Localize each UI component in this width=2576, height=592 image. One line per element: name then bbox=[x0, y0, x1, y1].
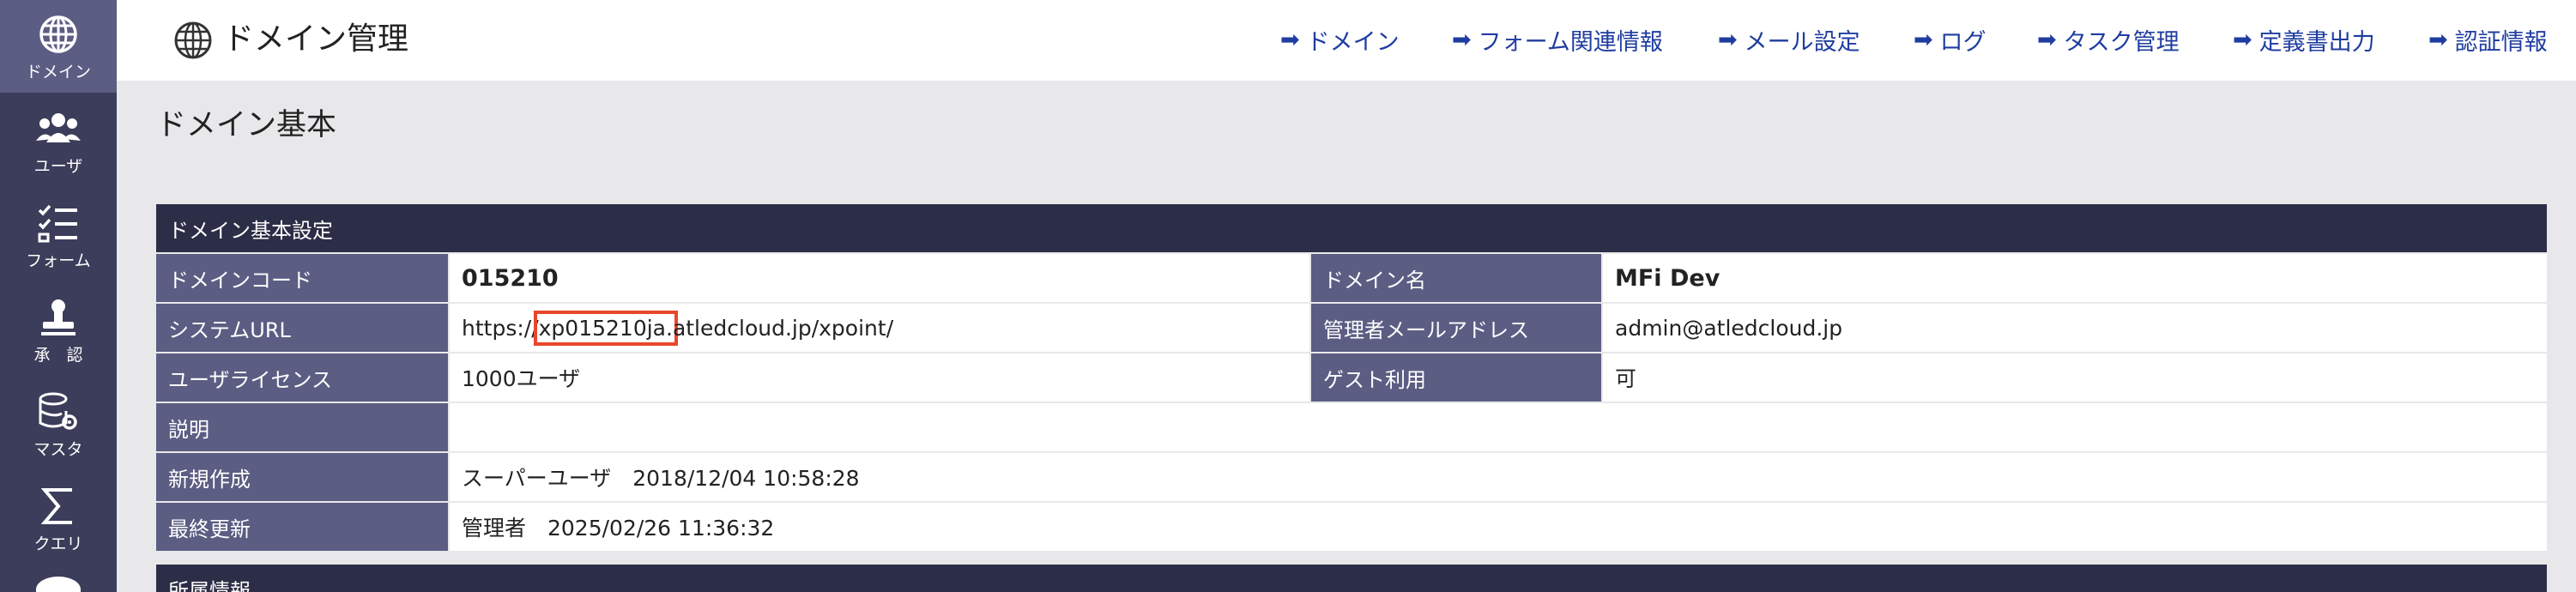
table-row: 新規作成 スーパーユーザ 2018/12/04 10:58:28 bbox=[156, 453, 2547, 501]
sidebar-item-label: ユーザ bbox=[33, 157, 83, 176]
header: ドメイン管理 ➡ ドメイン ➡ フォーム関連情報 ➡ メール設定 ➡ ログ ➡ … bbox=[117, 0, 2576, 81]
nav-link-auth-info[interactable]: ➡ 認証情報 bbox=[2428, 22, 2548, 57]
arrow-right-icon: ➡ bbox=[1914, 26, 1933, 53]
domain-name-value: MFi Dev bbox=[1603, 254, 2547, 302]
table-row: 説明 bbox=[156, 403, 2547, 451]
arrow-right-icon: ➡ bbox=[2233, 26, 2252, 53]
system-url-label: システムURL bbox=[156, 304, 448, 352]
arrow-right-icon: ➡ bbox=[1718, 26, 1738, 53]
stamp-icon bbox=[36, 295, 81, 340]
domain-code-value: 015210 bbox=[450, 254, 1309, 302]
gear-icon[interactable] bbox=[36, 577, 81, 592]
sidebar-item-label: マスタ bbox=[33, 440, 83, 459]
section-header-affiliation: 所属情報 bbox=[156, 565, 2547, 592]
table-row: システムURL https:// xp015210ja. atledcloud.… bbox=[156, 304, 2547, 352]
arrow-right-icon: ➡ bbox=[2037, 26, 2057, 53]
arrow-right-icon: ➡ bbox=[1452, 26, 1472, 53]
nav-link-task-management[interactable]: ➡ タスク管理 bbox=[2037, 22, 2180, 57]
sidebar-item-users[interactable]: ユーザ bbox=[0, 94, 117, 187]
domain-name-label: ドメイン名 bbox=[1311, 254, 1601, 302]
nav-link-label: 認証情報 bbox=[2454, 28, 2548, 56]
nav-link-definition-export[interactable]: ➡ 定義書出力 bbox=[2233, 22, 2375, 57]
nav-link-label: タスク管理 bbox=[2063, 28, 2180, 56]
updated-label: 最終更新 bbox=[156, 503, 448, 551]
table-row: 最終更新 管理者 2025/02/26 11:36:32 bbox=[156, 503, 2547, 551]
sidebar: ドメイン ユーザ フォーム 承 認 マスタ クエリ bbox=[0, 0, 117, 592]
guest-usage-value: 可 bbox=[1603, 353, 2547, 402]
globe-icon bbox=[173, 21, 213, 60]
sidebar-item-form[interactable]: フォーム bbox=[0, 189, 117, 281]
nav-link-form-info[interactable]: ➡ フォーム関連情報 bbox=[1452, 22, 1663, 57]
form-checklist-icon bbox=[36, 201, 81, 245]
nav-link-label: 定義書出力 bbox=[2259, 28, 2375, 56]
description-value bbox=[450, 403, 2547, 451]
sidebar-item-master[interactable]: マスタ bbox=[0, 378, 117, 470]
admin-email-value: admin@atledcloud.jp bbox=[1603, 304, 2547, 352]
guest-usage-label: ゲスト利用 bbox=[1311, 353, 1601, 402]
app: ドメイン ユーザ フォーム 承 認 マスタ クエリ ドメイン管理 ➡ ドメイン … bbox=[0, 0, 2576, 592]
system-url-value: https:// xp015210ja. atledcloud.jp/xpoin… bbox=[450, 304, 1309, 352]
page-title: ドメイン基本 bbox=[156, 108, 337, 142]
system-url-highlight: xp015210ja. bbox=[533, 310, 678, 346]
system-url-prefix: https:// bbox=[462, 315, 539, 341]
created-label: 新規作成 bbox=[156, 453, 448, 501]
sidebar-item-label: 承 認 bbox=[33, 346, 83, 365]
sidebar-item-query[interactable]: クエリ bbox=[0, 472, 117, 565]
section-header-basic: ドメイン基本設定 bbox=[156, 204, 2547, 252]
page-header-title: ドメイン管理 bbox=[223, 21, 409, 57]
description-label: 説明 bbox=[156, 403, 448, 451]
created-value: スーパーユーザ 2018/12/04 10:58:28 bbox=[450, 453, 2547, 501]
sidebar-item-approval[interactable]: 承 認 bbox=[0, 283, 117, 376]
table-row: ユーザライセンス 1000ユーザ ゲスト利用 可 bbox=[156, 353, 2547, 402]
sidebar-item-domain[interactable]: ドメイン bbox=[0, 0, 117, 93]
nav-link-mail-settings[interactable]: ➡ メール設定 bbox=[1718, 22, 1860, 57]
table-row: ドメインコード 015210 ドメイン名 MFi Dev bbox=[156, 254, 2547, 302]
nav-link-label: ログ bbox=[1939, 28, 1986, 56]
sidebar-item-label: ドメイン bbox=[25, 63, 91, 82]
nav-link-label: フォーム関連情報 bbox=[1478, 28, 1663, 56]
updated-value: 管理者 2025/02/26 11:36:32 bbox=[450, 503, 2547, 551]
domain-code-label: ドメインコード bbox=[156, 254, 448, 302]
system-url-suffix: atledcloud.jp/xpoint/ bbox=[672, 315, 894, 341]
globe-icon bbox=[36, 12, 81, 57]
sidebar-item-label: クエリ bbox=[33, 535, 83, 553]
nav-link-label: メール設定 bbox=[1744, 28, 1860, 56]
nav-link-label: ドメイン bbox=[1306, 28, 1400, 56]
database-gear-icon bbox=[36, 390, 81, 434]
nav-link-domain[interactable]: ➡ ドメイン bbox=[1280, 22, 1400, 57]
arrow-right-icon: ➡ bbox=[2428, 26, 2448, 53]
user-license-value: 1000ユーザ bbox=[450, 353, 1309, 402]
admin-email-label: 管理者メールアドレス bbox=[1311, 304, 1601, 352]
user-license-label: ユーザライセンス bbox=[156, 353, 448, 402]
nav-link-log[interactable]: ➡ ログ bbox=[1914, 22, 1986, 57]
sidebar-item-label: フォーム bbox=[26, 251, 91, 270]
sigma-icon bbox=[36, 484, 81, 529]
users-icon bbox=[36, 106, 81, 151]
arrow-right-icon: ➡ bbox=[1280, 26, 1300, 53]
